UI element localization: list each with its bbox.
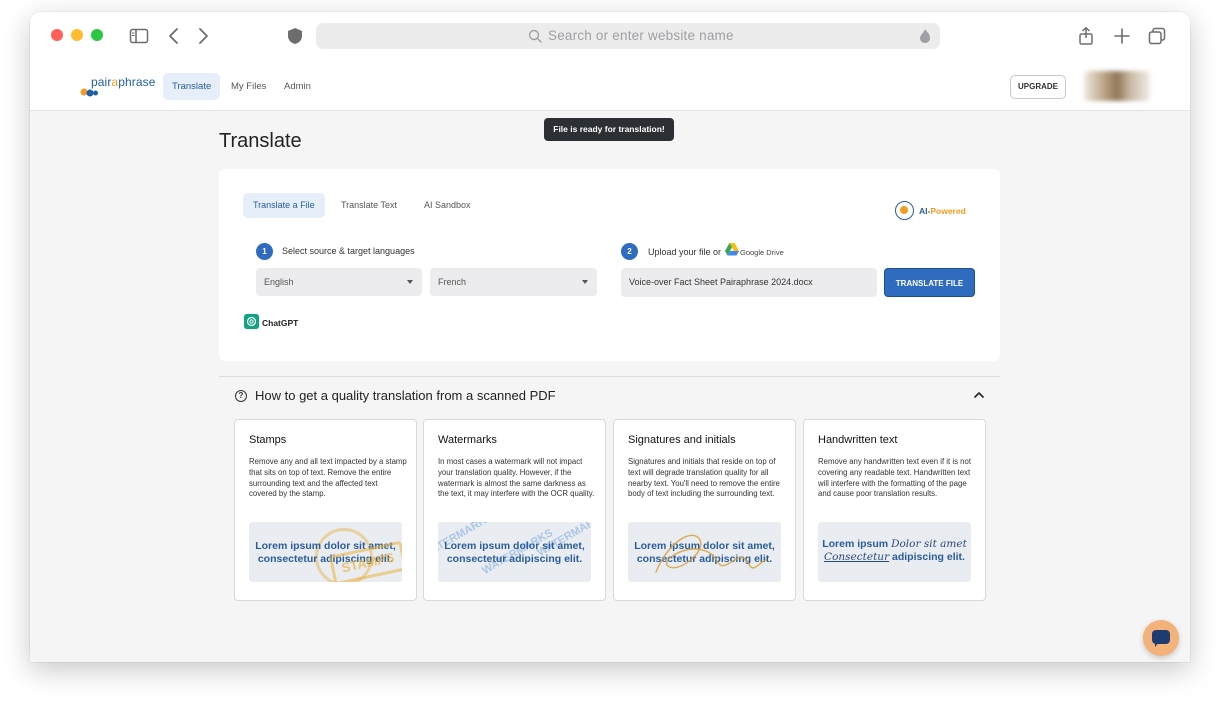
sample-text: Lorem ipsum dolor sit amet, consectetur … [444, 540, 585, 565]
stamp-example-image: Lorem ipsum dolor sit amet, consectetur … [249, 522, 402, 582]
target-language-select[interactable]: French [430, 268, 597, 296]
tip-card-body: Remove any handwritten text even if it i… [818, 457, 971, 499]
help-icon: ? [235, 390, 247, 402]
privacy-shield-icon[interactable] [285, 26, 305, 46]
step-2-label: Upload your file or [648, 247, 722, 257]
browser-window: Search or enter website name pairaphrase… [30, 12, 1190, 662]
page-title: Translate [219, 130, 302, 152]
chevron-up-icon[interactable] [974, 390, 984, 400]
google-drive-link[interactable]: Google Drive [740, 248, 784, 257]
close-window-button[interactable] [51, 29, 63, 41]
engine-label[interactable]: ChatGPT [262, 318, 298, 328]
tip-card-handwritten: Handwritten text Remove any handwritten … [803, 419, 986, 601]
watermark-example-image: WATERMARKS WATERMARKS WATERMARKS Lorem i… [438, 522, 591, 582]
signature-example-image: Lorem ipsum dolor sit amet, consectetur … [628, 522, 781, 582]
forward-icon[interactable] [193, 26, 213, 46]
tab-ai-sandbox[interactable]: AI Sandbox [414, 193, 481, 218]
search-icon [528, 29, 542, 43]
source-language-select[interactable]: English [256, 268, 422, 296]
ai-powered-icon [895, 201, 914, 220]
tab-overview-icon[interactable] [1147, 26, 1167, 46]
target-language-value: French [438, 277, 467, 287]
address-bar[interactable]: Search or enter website name [316, 23, 940, 49]
upgrade-button[interactable]: UPGRADE [1010, 75, 1066, 99]
tip-card-title: Handwritten text [818, 434, 898, 446]
chat-support-button[interactable] [1143, 620, 1179, 656]
tab-translate-file[interactable]: Translate a File [243, 193, 325, 218]
step-1-badge: 1 [256, 243, 273, 260]
signature-overlay [655, 534, 767, 573]
step-2-badge: 2 [621, 243, 638, 260]
tip-card-title: Stamps [249, 434, 287, 446]
sidebar-toggle-icon[interactable] [129, 26, 149, 46]
tip-card-body: In most cases a watermark will not impac… [438, 457, 595, 499]
zoom-window-button[interactable] [91, 29, 103, 41]
google-drive-icon[interactable] [725, 243, 739, 256]
tip-card-signatures: Signatures and initials Signatures and i… [613, 419, 796, 601]
chatgpt-icon[interactable] [244, 314, 259, 329]
handwriting-example-image: Lorem ipsum Dolor sit amet Consectetur a… [818, 522, 971, 582]
app-header: pairaphrase Translate My Files Admin UPG… [30, 62, 1190, 111]
user-avatar[interactable] [1084, 71, 1150, 101]
pairaphrase-logo[interactable]: pairaphrase [80, 75, 155, 99]
nav-my-files[interactable]: My Files [222, 73, 275, 100]
translate-card: Translate a File Translate Text AI Sandb… [219, 169, 1000, 361]
uploaded-file-field[interactable]: Voice-over Fact Sheet Pairaphrase 2024.d… [621, 268, 877, 297]
page-menu-icon[interactable] [918, 28, 932, 44]
tip-card-body: Remove any and all text impacted by a st… [249, 457, 407, 499]
tip-card-title: Signatures and initials [628, 434, 736, 446]
section-divider [219, 376, 1000, 377]
logo-wordmark: pairaphrase [91, 75, 156, 89]
help-section-title[interactable]: How to get a quality translation from a … [255, 388, 556, 403]
new-tab-icon[interactable] [1112, 26, 1132, 46]
sample-text: Lorem ipsum Dolor sit amet Consectetur a… [822, 538, 967, 563]
tip-card-stamps: Stamps Remove any and all text impacted … [234, 419, 417, 601]
tip-card-body: Signatures and initials that reside on t… [628, 457, 780, 499]
address-bar-placeholder: Search or enter website name [548, 28, 734, 43]
minimize-window-button[interactable] [71, 29, 83, 41]
chevron-down-icon [407, 280, 413, 284]
share-icon[interactable] [1076, 26, 1096, 46]
nav-admin[interactable]: Admin [275, 73, 320, 100]
tip-card-watermarks: Watermarks In most cases a watermark wil… [423, 419, 606, 601]
step-1-label: Select source & target languages [282, 246, 415, 256]
status-toast: File is ready for translation! [544, 118, 674, 141]
tab-translate-text[interactable]: Translate Text [331, 193, 407, 218]
nav-translate[interactable]: Translate [163, 73, 221, 100]
browser-toolbar: Search or enter website name [30, 12, 1190, 62]
source-language-value: English [264, 277, 294, 287]
tip-card-title: Watermarks [438, 434, 497, 446]
translate-file-button[interactable]: TRANSLATE FILE [884, 268, 975, 297]
chevron-down-icon [582, 280, 588, 284]
back-icon[interactable] [164, 26, 184, 46]
